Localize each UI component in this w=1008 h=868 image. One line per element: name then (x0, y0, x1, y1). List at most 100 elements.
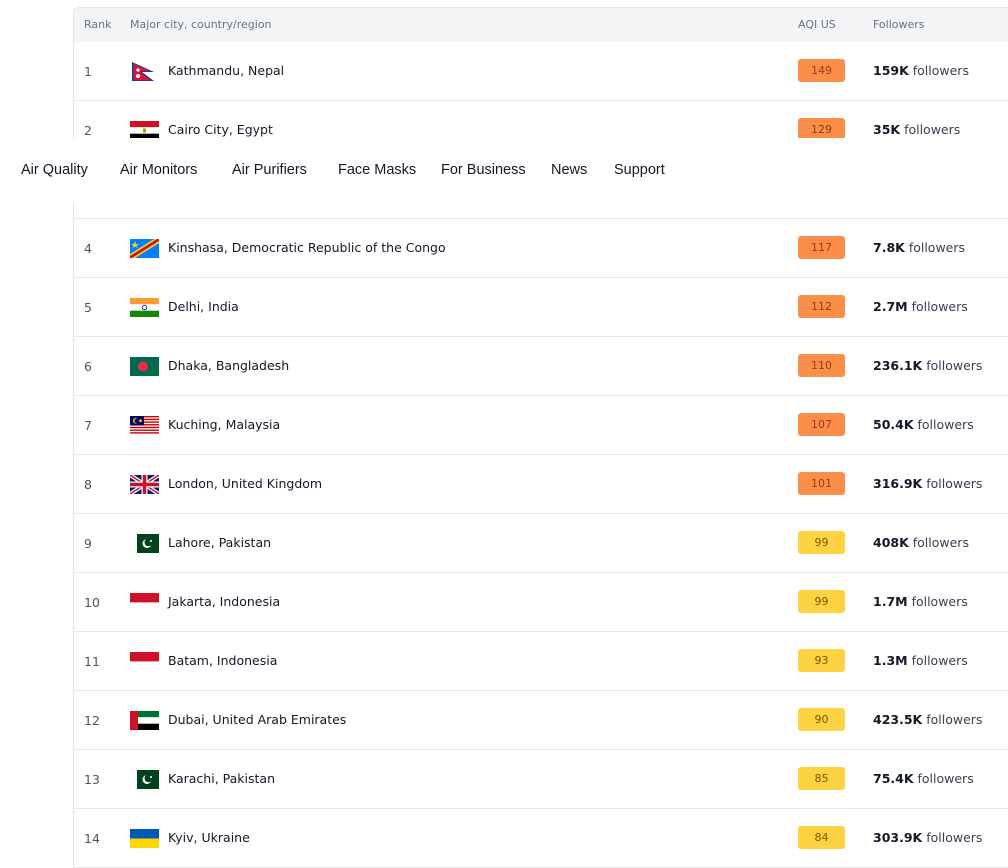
table-row[interactable]: 7 Kuching, Malaysia 107 50.4K followers (74, 396, 1008, 455)
followers-suffix: followers (922, 712, 983, 727)
nav-for-business[interactable]: For Business (441, 162, 526, 178)
aqi-badge: 112 (798, 295, 845, 318)
table-row[interactable]: 10 Jakarta, Indonesia 99 1.7M followers (74, 573, 1008, 632)
rank-cell: 11 (84, 654, 100, 669)
followers-suffix: followers (922, 358, 983, 373)
followers-cell: 159K followers (873, 63, 969, 78)
table-row[interactable]: 14 Kyiv, Ukraine 84 303.9K followers (74, 809, 1008, 868)
nav-air-monitors[interactable]: Air Monitors (120, 162, 197, 178)
followers-cell: 1.3M followers (873, 653, 968, 668)
followers-cell: 423.5K followers (873, 712, 982, 727)
followers-cell: 35K followers (873, 122, 960, 137)
city-link[interactable]: Dubai, United Arab Emirates (168, 712, 346, 727)
followers-cell: 303.9K followers (873, 830, 982, 845)
rank-cell: 13 (84, 772, 100, 787)
rank-cell: 4 (84, 241, 92, 256)
followers-count: 2.7M (873, 299, 908, 314)
table-row[interactable]: 5 Delhi, India 112 2.7M followers (74, 278, 1008, 337)
followers-cell: 7.8K followers (873, 240, 965, 255)
nav-air-purifiers[interactable]: Air Purifiers (232, 162, 307, 178)
rank-cell: 1 (84, 64, 92, 79)
header-aqi: AQI US (798, 18, 836, 31)
city-link[interactable]: Kyiv, Ukraine (168, 830, 250, 845)
nav-support[interactable]: Support (614, 162, 665, 178)
followers-suffix: followers (900, 122, 961, 137)
followers-suffix: followers (908, 535, 969, 550)
table-row[interactable]: 4 Kinshasa, Democratic Republic of the Co… (74, 219, 1008, 278)
flag-icon-ukraine (130, 829, 159, 848)
table-row[interactable]: 6 Dhaka, Bangladesh 110 236.1K followers (74, 337, 1008, 396)
city-ranking-table: Rank Major city, country/region AQI US F… (73, 7, 1008, 868)
flag-icon-nepal (132, 62, 154, 81)
followers-suffix: followers (908, 63, 969, 78)
aqi-badge: 90 (798, 708, 845, 731)
followers-suffix: followers (907, 594, 968, 609)
city-link[interactable]: Jakarta, Indonesia (168, 594, 280, 609)
nav-news[interactable]: News (551, 162, 587, 178)
followers-count: 75.4K (873, 771, 914, 786)
table-row[interactable]: 1 Kathmandu, Nepal 149 159K followers (74, 42, 1008, 101)
flag-icon-pakistan (137, 770, 159, 789)
followers-cell: 75.4K followers (873, 771, 974, 786)
followers-suffix: followers (913, 771, 974, 786)
city-link[interactable]: Karachi, Pakistan (168, 771, 275, 786)
aqi-badge: 110 (798, 354, 845, 377)
flag-icon-indonesia (130, 652, 159, 662)
table-row[interactable]: 12 Dubai, United Arab Emirates 90 423.5K fo… (74, 691, 1008, 750)
aqi-badge: 101 (798, 472, 845, 495)
city-link[interactable]: Kinshasa, Democratic Republic of the Con… (168, 240, 446, 255)
followers-count: 7.8K (873, 240, 905, 255)
rank-cell: 6 (84, 359, 92, 374)
rank-cell: 2 (84, 123, 92, 138)
table-row[interactable]: 13 Karachi, Pakistan 85 75.4K followers (74, 750, 1008, 809)
header-city: Major city, country/region (130, 18, 272, 31)
rank-cell: 14 (84, 831, 100, 846)
city-link[interactable]: London, United Kingdom (168, 476, 322, 491)
aqi-badge: 149 (798, 59, 845, 82)
followers-count: 35K (873, 122, 901, 137)
aqi-badge: 84 (798, 826, 845, 849)
nav-face-masks[interactable]: Face Masks (338, 162, 416, 178)
flag-icon-malaysia (130, 416, 159, 435)
flag-icon-uae (130, 711, 159, 730)
rank-cell: 9 (84, 536, 92, 551)
city-link[interactable]: Batam, Indonesia (168, 653, 277, 668)
followers-cell: 50.4K followers (873, 417, 974, 432)
city-link[interactable]: Kuching, Malaysia (168, 417, 280, 432)
followers-count: 303.9K (873, 830, 923, 845)
followers-suffix: followers (913, 417, 974, 432)
followers-count: 236.1K (873, 358, 923, 373)
followers-suffix: followers (904, 240, 966, 255)
aqi-badge: 107 (798, 413, 845, 436)
nav-air-quality[interactable]: Air Quality (21, 162, 88, 178)
city-link[interactable]: Dhaka, Bangladesh (168, 358, 289, 373)
rank-cell: 8 (84, 477, 92, 492)
followers-suffix: followers (922, 830, 983, 845)
table-row[interactable]: 9 Lahore, Pakistan 99 408K followers (74, 514, 1008, 573)
flag-icon-india (130, 298, 159, 317)
city-link[interactable]: Lahore, Pakistan (168, 535, 271, 550)
flag-icon-pakistan (137, 534, 159, 553)
city-link[interactable]: Kathmandu, Nepal (168, 63, 284, 78)
followers-cell: 408K followers (873, 535, 969, 550)
followers-suffix: followers (907, 653, 968, 668)
rank-cell: 10 (84, 595, 100, 610)
city-link[interactable]: Delhi, India (168, 299, 239, 314)
followers-count: 1.3M (873, 653, 908, 668)
followers-suffix: followers (907, 299, 968, 314)
city-link[interactable]: Cairo City, Egypt (168, 122, 273, 137)
header-followers: Followers (873, 18, 925, 31)
header-rank: Rank (84, 18, 112, 31)
flag-icon-drc (130, 239, 159, 258)
aqi-badge: 85 (798, 767, 845, 790)
aqi-badge: 99 (798, 590, 845, 613)
aqi-badge: 99 (798, 531, 845, 554)
table-row[interactable]: 8 London, United Kingdom 101 316.9K followe… (74, 455, 1008, 514)
rank-cell: 7 (84, 418, 92, 433)
followers-cell: 1.7M followers (873, 594, 968, 609)
followers-count: 159K (873, 63, 909, 78)
table-row[interactable]: 11 Batam, Indonesia 93 1.3M followers (74, 632, 1008, 691)
flag-icon-indonesia (130, 593, 159, 603)
followers-count: 316.9K (873, 476, 923, 491)
aqi-badge: 93 (798, 649, 845, 672)
